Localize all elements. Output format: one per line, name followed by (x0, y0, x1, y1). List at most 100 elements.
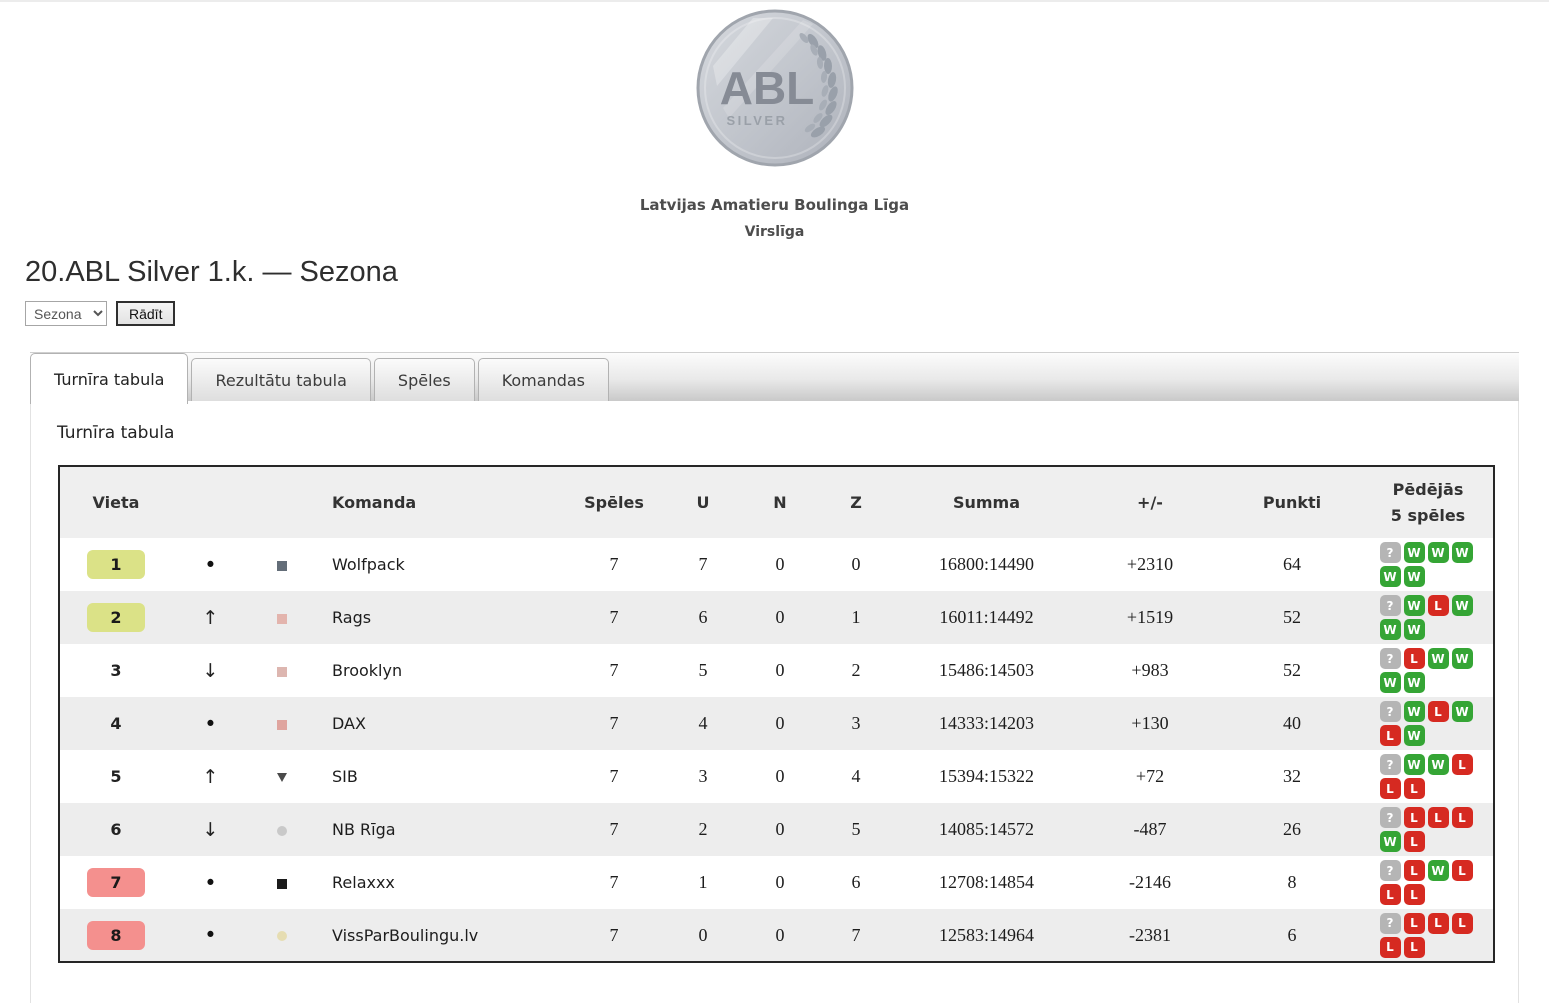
movement-up-icon: ↑ (203, 607, 219, 629)
result-win-badge: W (1452, 595, 1473, 616)
movement-up-icon: ↑ (203, 766, 219, 788)
result-loss-badge: L (1404, 807, 1425, 828)
movement-same-icon: • (204, 871, 216, 895)
result-loss-badge: L (1428, 595, 1449, 616)
cell-punkti: 40 (1221, 697, 1363, 750)
show-button[interactable]: Rādīt (116, 301, 175, 326)
tab-strip: Turnīra tabulaRezultātu tabulaSpēlesKoma… (30, 352, 1519, 401)
cell-plus-minus: +1519 (1079, 591, 1221, 644)
result-win-badge: W (1404, 725, 1425, 746)
result-unknown-badge: ? (1380, 754, 1401, 775)
cell-speles: 7 (564, 750, 664, 803)
cell-last5: ?WWLLL (1363, 750, 1494, 803)
header-komanda: Komanda (314, 466, 564, 538)
cell-summa: 15394:15322 (894, 750, 1079, 803)
tab-turnira-tabula[interactable]: Turnīra tabula (30, 353, 188, 404)
last5-badges: ?WLWLW (1380, 701, 1477, 746)
cell-n: 0 (742, 644, 818, 697)
cell-u: 0 (664, 909, 742, 962)
last5-badges: ?LWLLL (1380, 860, 1477, 905)
cell-logo (249, 644, 314, 697)
team-logo (277, 720, 287, 730)
rank-number: 4 (110, 714, 121, 733)
cell-plus-minus: +983 (1079, 644, 1221, 697)
season-select[interactable]: Sezona (25, 301, 107, 326)
cell-plus-minus: -487 (1079, 803, 1221, 856)
tab-panel: Turnīra tabula Vieta Komanda Spēles U N … (30, 401, 1519, 1003)
cell-summa: 14085:14572 (894, 803, 1079, 856)
cell-speles: 7 (564, 538, 664, 591)
cell-punkti: 64 (1221, 538, 1363, 591)
result-unknown-badge: ? (1380, 913, 1401, 934)
cell-z: 3 (818, 697, 894, 750)
movement-down-icon: ↓ (203, 660, 219, 682)
result-win-badge: W (1452, 701, 1473, 722)
tab-rezultatu-tabula[interactable]: Rezultātu tabula (191, 358, 370, 401)
cell-logo (249, 856, 314, 909)
result-loss-badge: L (1404, 860, 1425, 881)
header-u: U (664, 466, 742, 538)
cell-last5: ?WLWLW (1363, 697, 1494, 750)
result-loss-badge: L (1404, 778, 1425, 799)
cell-speles: 7 (564, 591, 664, 644)
rank-badge: 2 (87, 603, 145, 632)
cell-summa: 14333:14203 (894, 697, 1079, 750)
cell-u: 1 (664, 856, 742, 909)
cell-movement: • (172, 697, 249, 750)
logo-abl-text: ABL (719, 62, 814, 114)
result-loss-badge: L (1452, 913, 1473, 934)
cell-last5: ?LWWWW (1363, 644, 1494, 697)
section-title: Turnīra tabula (57, 423, 1518, 443)
page-title: 20.ABL Silver 1.k. — Sezona (25, 256, 1549, 289)
result-unknown-badge: ? (1380, 542, 1401, 563)
cell-vieta: 4 (59, 697, 172, 750)
cell-u: 5 (664, 644, 742, 697)
cell-summa: 12583:14964 (894, 909, 1079, 962)
header-z: Z (818, 466, 894, 538)
cell-logo (249, 697, 314, 750)
cell-vieta: 3 (59, 644, 172, 697)
cell-movement: • (172, 538, 249, 591)
league-logo-wrap: ABL SILVER (0, 2, 1549, 172)
cell-team-name: NB Rīga (314, 803, 564, 856)
header-last5-line2: 5 spēles (1364, 503, 1492, 529)
last5-badges: ?WWWWW (1380, 542, 1477, 587)
result-win-badge: W (1380, 566, 1401, 587)
header-plus-minus: +/- (1079, 466, 1221, 538)
last5-badges: ?WLWWW (1380, 595, 1477, 640)
table-row: 5↑SIB730415394:15322+7232?WWLLL (59, 750, 1494, 803)
cell-z: 2 (818, 644, 894, 697)
table-header-row: Vieta Komanda Spēles U N Z Summa +/- Pun… (59, 466, 1494, 538)
movement-same-icon: • (204, 553, 216, 577)
result-win-badge: W (1428, 648, 1449, 669)
header-last5: Pēdējās 5 spēles (1363, 466, 1494, 538)
result-win-badge: W (1380, 672, 1401, 693)
cell-logo (249, 803, 314, 856)
result-unknown-badge: ? (1380, 807, 1401, 828)
tabs-area: Turnīra tabulaRezultātu tabulaSpēlesKoma… (30, 352, 1519, 1003)
cell-plus-minus: -2381 (1079, 909, 1221, 962)
cell-n: 0 (742, 909, 818, 962)
cell-z: 7 (818, 909, 894, 962)
cell-plus-minus: -2146 (1079, 856, 1221, 909)
rank-badge: 7 (87, 868, 145, 897)
last5-badges: ?LLLLL (1380, 913, 1477, 958)
result-loss-badge: L (1380, 778, 1401, 799)
cell-last5: ?LLLWL (1363, 803, 1494, 856)
result-win-badge: W (1380, 619, 1401, 640)
cell-speles: 7 (564, 909, 664, 962)
result-win-badge: W (1404, 566, 1425, 587)
result-win-badge: W (1404, 542, 1425, 563)
cell-u: 2 (664, 803, 742, 856)
last5-badges: ?WWLLL (1380, 754, 1477, 799)
tab-komandas[interactable]: Komandas (478, 358, 609, 401)
cell-last5: ?LWLLL (1363, 856, 1494, 909)
cell-speles: 7 (564, 856, 664, 909)
cell-n: 0 (742, 856, 818, 909)
result-win-badge: W (1404, 701, 1425, 722)
cell-plus-minus: +130 (1079, 697, 1221, 750)
cell-punkti: 6 (1221, 909, 1363, 962)
tab-speles[interactable]: Spēles (374, 358, 475, 401)
cell-team-name: Rags (314, 591, 564, 644)
cell-movement: ↑ (172, 750, 249, 803)
